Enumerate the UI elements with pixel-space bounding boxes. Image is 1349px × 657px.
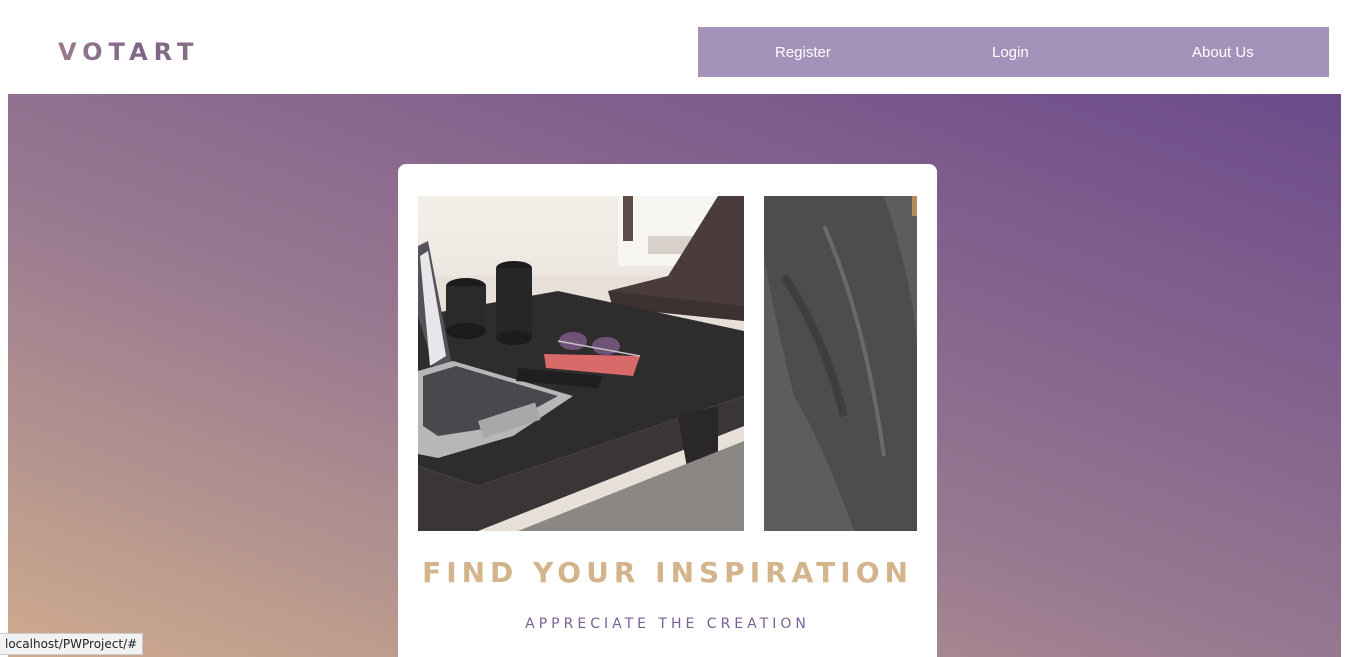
hero-subline: APPRECIATE THE CREATION bbox=[525, 616, 810, 632]
chair-fabric-art bbox=[764, 196, 917, 531]
hero-headline: FIND YOUR INSPIRATION bbox=[422, 556, 913, 589]
site-logo[interactable]: VOTART bbox=[58, 38, 199, 66]
main-nav: Register Login About Us bbox=[698, 27, 1329, 77]
nav-login-link[interactable]: Login bbox=[992, 44, 1029, 61]
page: VOTART Register Login About Us FIND YOUR… bbox=[0, 0, 1349, 657]
chair-fabric-photo bbox=[764, 196, 917, 531]
nav-register-link[interactable]: Register bbox=[775, 44, 831, 61]
browser-status-bar: localhost/PWProject/# bbox=[0, 633, 144, 655]
workspace-photo-art bbox=[418, 196, 744, 531]
nav-about-link[interactable]: About Us bbox=[1192, 44, 1254, 61]
workspace-photo bbox=[418, 196, 744, 531]
hero-card: FIND YOUR INSPIRATION APPRECIATE THE CRE… bbox=[398, 164, 937, 657]
